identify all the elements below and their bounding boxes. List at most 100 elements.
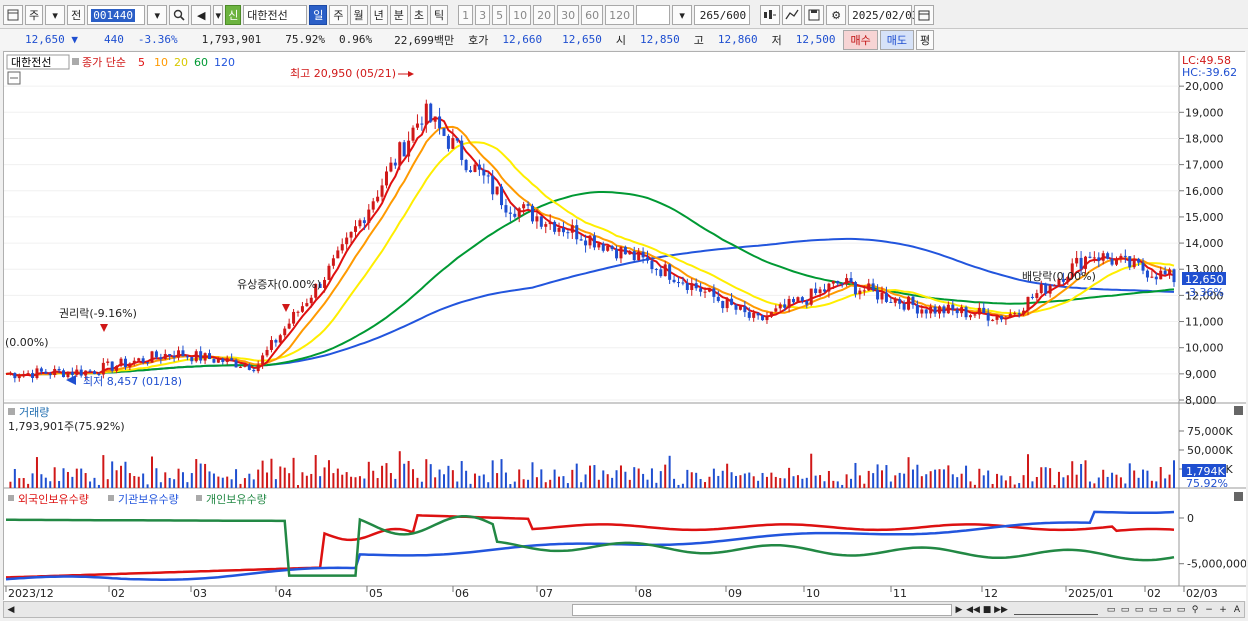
interval-120[interactable]: 120 — [605, 5, 635, 25]
interval-30[interactable]: 30 — [557, 5, 580, 25]
chart-tools-icon[interactable] — [760, 5, 781, 25]
gear-icon[interactable]: ⚙ — [826, 5, 847, 25]
period-second[interactable]: 초 — [409, 5, 428, 25]
candle-body — [513, 213, 517, 217]
period-week[interactable]: 주 — [329, 5, 348, 25]
chart-scrollbar[interactable]: ◀ ▶ ◀◀ ■ ▶▶ ▭ ▭ ▭ ▭ ▭ ▭ ⚲ − + A — [3, 601, 1245, 618]
volume-bar — [1146, 470, 1149, 488]
volume-bar — [726, 463, 729, 488]
candle-body — [92, 371, 96, 374]
layout-5-icon[interactable]: ▭ — [1160, 603, 1174, 617]
legend-individual: 개인보유수량 — [206, 493, 267, 506]
code-dropdown-icon[interactable]: ▾ — [147, 5, 168, 25]
price-change-pct: -3.36% — [137, 33, 178, 46]
chart-type-select[interactable]: 주 — [25, 5, 44, 25]
chevron-down-icon[interactable]: ▾ — [45, 5, 66, 25]
interval-10[interactable]: 10 — [509, 5, 532, 25]
volume-bar — [389, 473, 392, 488]
volume-bar — [394, 478, 397, 488]
candle-body — [871, 283, 875, 291]
stop-icon[interactable]: ■ — [980, 603, 994, 617]
date-field[interactable]: 2025/02/03 — [848, 5, 918, 25]
low-price: 12,500 — [795, 33, 836, 46]
save-icon[interactable] — [804, 5, 825, 25]
calendar-icon[interactable] — [914, 5, 935, 25]
zoom-out-icon[interactable]: − — [1202, 603, 1216, 617]
volume-bar — [62, 468, 65, 488]
scroll-track[interactable] — [18, 603, 952, 616]
candle-body — [349, 231, 353, 238]
volume-bar — [655, 482, 658, 488]
period-month[interactable]: 월 — [349, 5, 368, 25]
candle-body — [721, 300, 725, 309]
speaker-dropdown-icon[interactable]: ▾ — [213, 5, 224, 25]
forward-icon[interactable]: ▶▶ — [994, 603, 1008, 617]
candle-body — [358, 220, 362, 227]
candle-body — [168, 353, 172, 356]
prev-button[interactable]: 전 — [67, 5, 86, 25]
candle-body — [853, 282, 857, 295]
holding-close-icon[interactable] — [1234, 492, 1243, 501]
volume-bar — [212, 473, 215, 488]
turnover-ratio: 0.96% — [338, 33, 373, 46]
layout-3-icon[interactable]: ▭ — [1132, 603, 1146, 617]
candle-body — [712, 288, 716, 297]
interval-dropdown-icon[interactable]: ▾ — [672, 5, 693, 25]
candle-body — [123, 358, 127, 368]
interval-60[interactable]: 60 — [581, 5, 604, 25]
candle-body — [53, 368, 57, 376]
stock-name-field[interactable]: 대한전선 — [243, 5, 308, 25]
draw-line-icon[interactable] — [782, 5, 803, 25]
rewind-icon[interactable]: ◀◀ — [966, 603, 980, 617]
interval-5[interactable]: 5 — [492, 5, 508, 25]
volume-bar — [836, 481, 839, 488]
candle-body — [177, 350, 181, 358]
chart-area[interactable]: 20,000 19,000 18,000 17,000 16,000 15,000 14,0… — [3, 51, 1246, 601]
interval-1[interactable]: 1 — [458, 5, 474, 25]
candle-body — [362, 220, 366, 224]
period-year[interactable]: 년 — [369, 5, 388, 25]
eval-button[interactable]: 평 — [915, 29, 935, 50]
zoom-in-icon[interactable]: + — [1216, 603, 1230, 617]
volume-bar — [589, 465, 591, 488]
layout-1-icon[interactable]: ▭ — [1104, 603, 1118, 617]
search-icon[interactable] — [169, 5, 190, 25]
candle-body — [469, 170, 473, 173]
layout-4-icon[interactable]: ▭ — [1146, 603, 1160, 617]
period-day[interactable]: 일 — [309, 5, 328, 25]
volume-close-icon[interactable] — [1234, 406, 1243, 415]
speaker-icon[interactable]: ◀ — [191, 5, 212, 25]
candle-body — [1030, 296, 1034, 298]
speed-slider[interactable] — [1014, 605, 1098, 615]
candle-body — [964, 307, 968, 318]
candle-body — [327, 265, 331, 280]
layout-6-icon[interactable]: ▭ — [1174, 603, 1188, 617]
interval-20[interactable]: 20 — [533, 5, 556, 25]
buy-button[interactable]: 매수 — [843, 29, 878, 50]
chart-menu-icon[interactable] — [3, 5, 23, 25]
candle-body — [464, 159, 468, 171]
price-tick-label: 10,000 — [1185, 342, 1224, 355]
play-icon[interactable]: ▶ — [952, 603, 966, 617]
candle-body — [730, 298, 734, 305]
layout-2-icon[interactable]: ▭ — [1118, 603, 1132, 617]
volume-bar — [938, 469, 941, 488]
volume-bar — [1084, 460, 1087, 488]
period-minute[interactable]: 분 — [389, 5, 408, 25]
custom-interval-input[interactable] — [636, 5, 671, 25]
candle-body — [588, 235, 592, 246]
code-input[interactable]: 001440 — [87, 5, 146, 25]
sell-button[interactable]: 매도 — [879, 29, 914, 50]
candle-body — [300, 306, 304, 312]
volume-bar — [217, 476, 220, 488]
period-tick[interactable]: 틱 — [430, 5, 449, 25]
chart-canvas[interactable]: 20,000 19,000 18,000 17,000 16,000 15,000 14,0… — [4, 52, 1246, 601]
candle-body — [247, 364, 251, 370]
scroll-left-icon[interactable]: ◀ — [4, 603, 18, 617]
text-tool-icon[interactable]: A — [1230, 603, 1244, 617]
ma-legend-prefix: 종가 단순 — [82, 56, 126, 69]
scroll-thumb[interactable] — [572, 603, 952, 616]
count-field[interactable]: 265/600 — [694, 5, 751, 25]
zoom-search-icon[interactable]: ⚲ — [1188, 603, 1202, 617]
interval-3[interactable]: 3 — [475, 5, 491, 25]
